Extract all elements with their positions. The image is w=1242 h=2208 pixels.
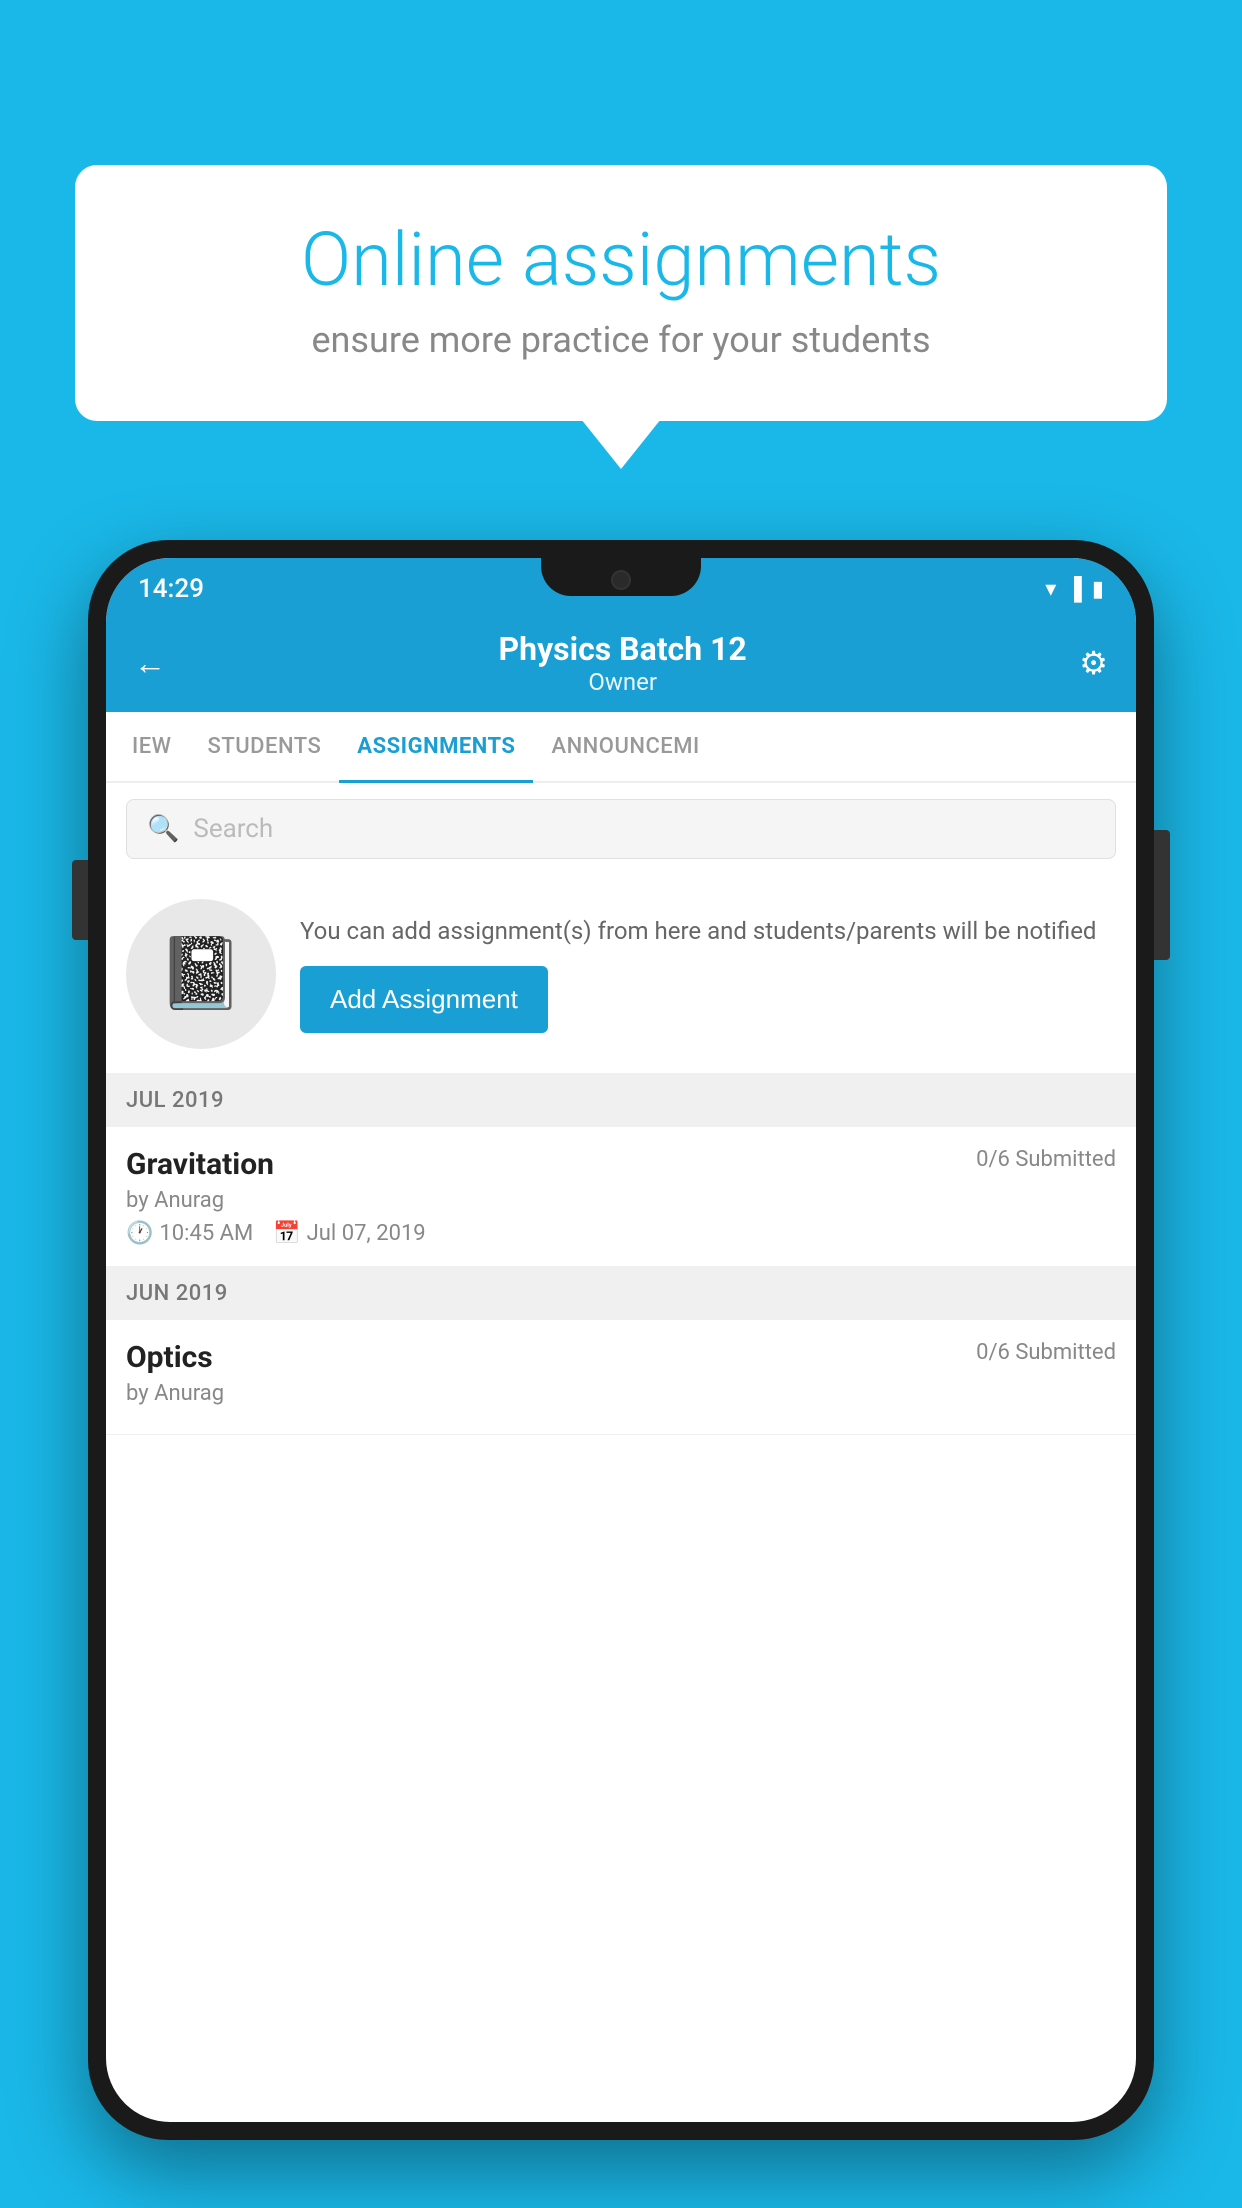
search-icon: 🔍 [147, 814, 179, 844]
header-title-group: Physics Batch 12 Owner [499, 630, 747, 696]
tab-students[interactable]: STUDENTS [190, 712, 340, 781]
assignment-name-optics: Optics [126, 1340, 213, 1375]
assignment-item-gravitation[interactable]: Gravitation 0/6 Submitted by Anurag 🕐 10… [106, 1127, 1136, 1267]
camera-dot [611, 570, 631, 590]
notebook-icon: 📓 [157, 933, 244, 1015]
assignment-name-gravitation: Gravitation [126, 1147, 274, 1182]
speech-bubble-title: Online assignments [140, 220, 1102, 301]
battery-icon: ▮ [1092, 577, 1104, 602]
status-icons: ▾ ▐ ▮ [1045, 576, 1104, 602]
info-card: 📓 You can add assignment(s) from here an… [106, 875, 1136, 1074]
section-header-jul: JUL 2019 [106, 1074, 1136, 1127]
app-header: ← Physics Batch 12 Owner ⚙ [106, 616, 1136, 712]
assignment-author-optics: by Anurag [126, 1381, 1116, 1406]
assignment-submitted-gravitation: 0/6 Submitted [976, 1147, 1116, 1172]
back-button[interactable]: ← [134, 644, 166, 682]
assignment-time-gravitation: 🕐 10:45 AM [126, 1221, 253, 1246]
tab-announcements[interactable]: ANNOUNCEMI [533, 712, 717, 781]
info-description: You can add assignment(s) from here and … [300, 915, 1116, 949]
assignment-icon-circle: 📓 [126, 899, 276, 1049]
tab-iew[interactable]: IEW [114, 712, 190, 781]
wifi-icon: ▾ [1045, 577, 1056, 602]
speech-bubble-subtitle: ensure more practice for your students [140, 319, 1102, 361]
search-bar[interactable]: 🔍 Search [126, 799, 1116, 859]
search-container: 🔍 Search [106, 783, 1136, 875]
search-placeholder: Search [193, 814, 273, 844]
assignment-submitted-optics: 0/6 Submitted [976, 1340, 1116, 1365]
info-text-group: You can add assignment(s) from here and … [300, 915, 1116, 1034]
assignment-row-top-optics: Optics 0/6 Submitted [126, 1340, 1116, 1375]
tabs-bar: IEW STUDENTS ASSIGNMENTS ANNOUNCEMI [106, 712, 1136, 783]
assignment-item-optics[interactable]: Optics 0/6 Submitted by Anurag [106, 1320, 1136, 1435]
phone-screen: 14:29 ▾ ▐ ▮ ← Physics Batch 12 Owner ⚙ [106, 558, 1136, 2122]
phone-wrapper: 14:29 ▾ ▐ ▮ ← Physics Batch 12 Owner ⚙ [88, 540, 1154, 2140]
assignment-date-gravitation: 📅 Jul 07, 2019 [273, 1221, 425, 1246]
tab-assignments[interactable]: ASSIGNMENTS [339, 712, 533, 781]
assignment-row-top: Gravitation 0/6 Submitted [126, 1147, 1116, 1182]
clock-icon: 🕐 [126, 1221, 153, 1246]
phone-outer: 14:29 ▾ ▐ ▮ ← Physics Batch 12 Owner ⚙ [88, 540, 1154, 2140]
add-assignment-button[interactable]: Add Assignment [300, 966, 548, 1033]
calendar-icon: 📅 [273, 1221, 300, 1246]
settings-icon[interactable]: ⚙ [1079, 644, 1108, 682]
phone-notch [541, 558, 701, 596]
assignment-author-gravitation: by Anurag [126, 1188, 1116, 1213]
assignment-meta-gravitation: 🕐 10:45 AM 📅 Jul 07, 2019 [126, 1221, 1116, 1246]
batch-title: Physics Batch 12 [499, 630, 747, 668]
signal-icon: ▐ [1066, 576, 1082, 602]
batch-role: Owner [499, 668, 747, 696]
status-time: 14:29 [138, 574, 204, 604]
speech-bubble-container: Online assignments ensure more practice … [75, 165, 1167, 421]
speech-bubble: Online assignments ensure more practice … [75, 165, 1167, 421]
section-header-jun: JUN 2019 [106, 1267, 1136, 1320]
